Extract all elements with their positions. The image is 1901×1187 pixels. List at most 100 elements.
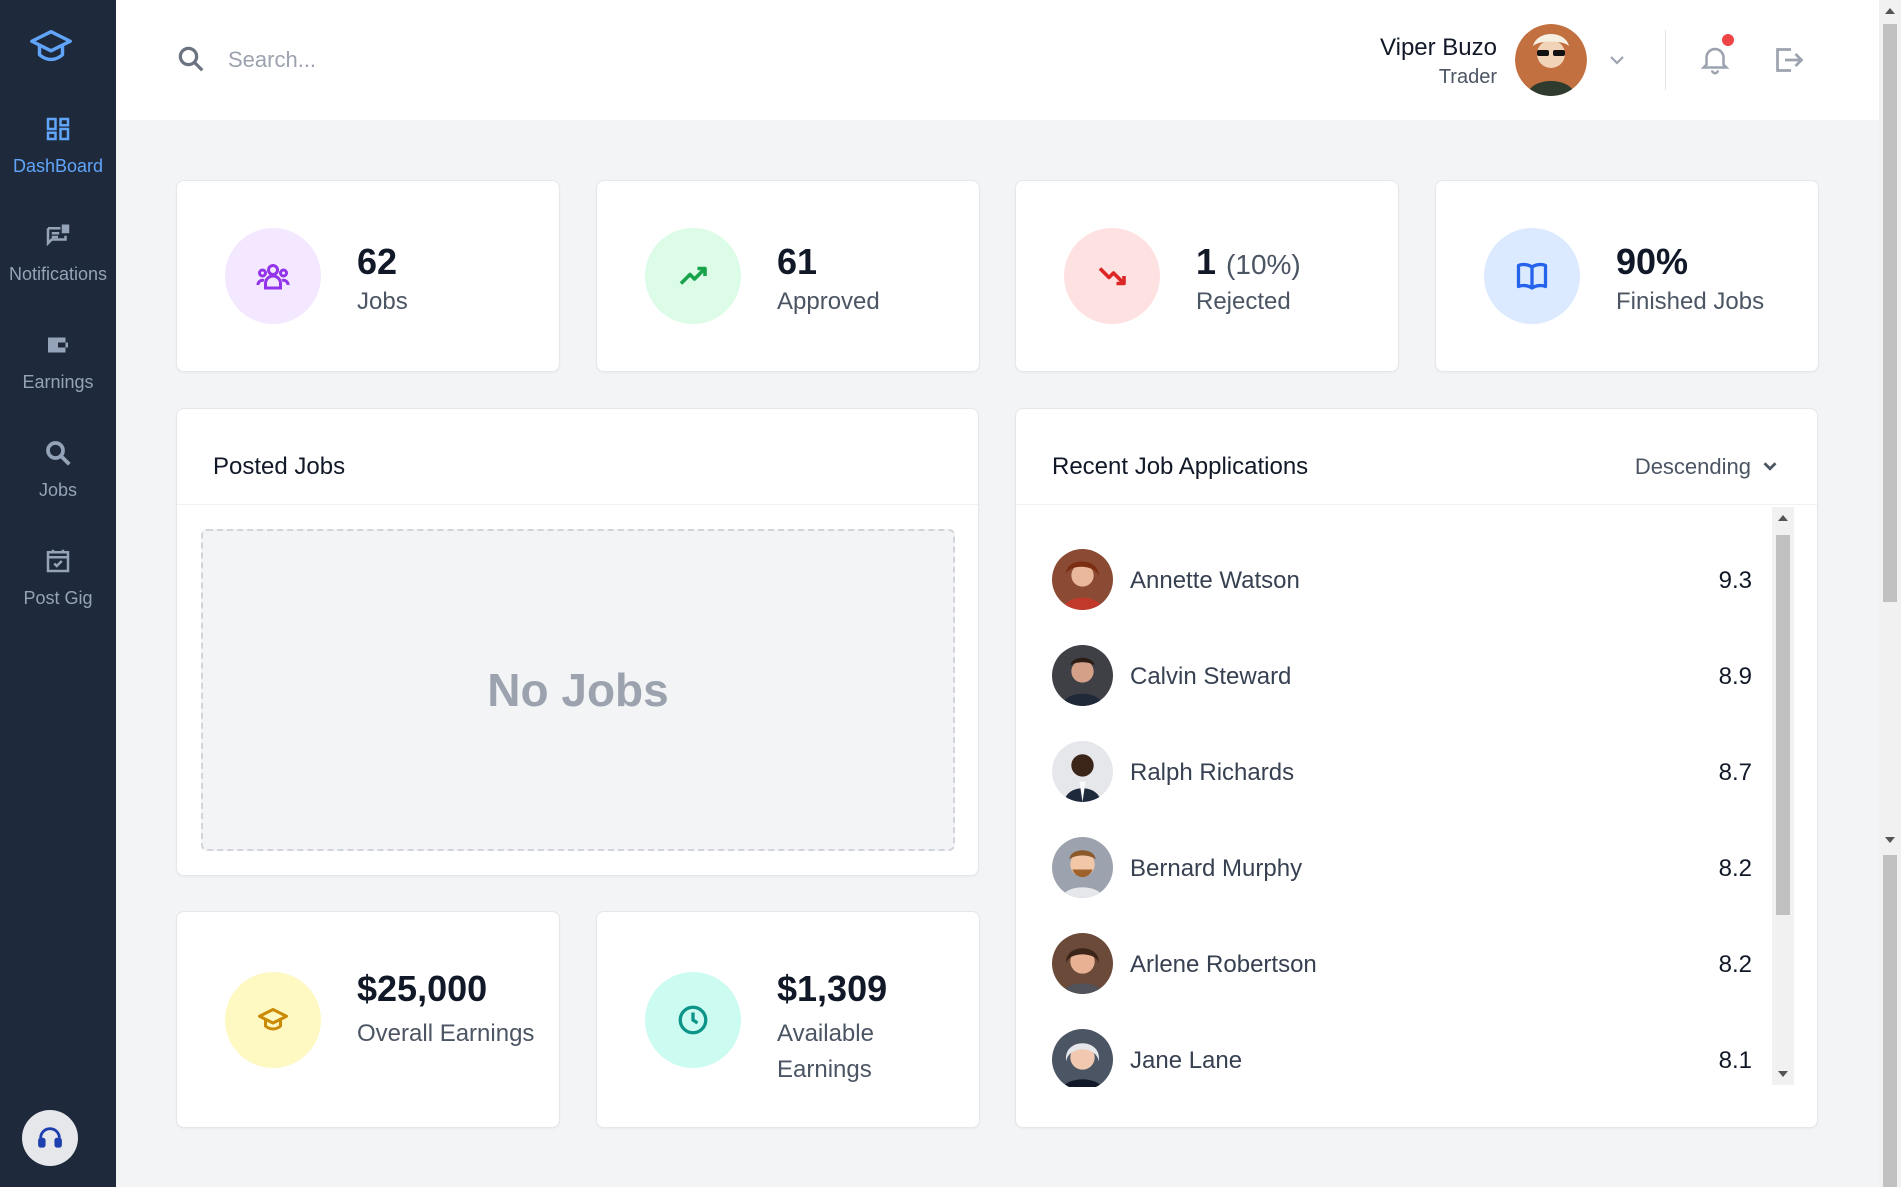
- panel-title: Recent Job Applications: [1052, 453, 1309, 480]
- avatar: [1052, 549, 1113, 610]
- stat-card-finished: 90% Finished Jobs: [1435, 180, 1819, 372]
- stat-label: Finished Jobs: [1616, 288, 1765, 315]
- avatar: [1052, 933, 1113, 994]
- applicant-score: 9.3: [1718, 567, 1752, 594]
- sidebar-item-earnings[interactable]: Earnings: [0, 330, 116, 430]
- panel-title: Posted Jobs: [213, 453, 346, 480]
- graduation-cap-icon[interactable]: [28, 24, 74, 70]
- search-icon: [178, 46, 204, 72]
- stat-icon-circle: [1064, 228, 1160, 324]
- sidebar-item-label: Jobs: [38, 480, 78, 500]
- notifications-icon: [46, 224, 70, 247]
- sort-dropdown[interactable]: Descending: [1635, 454, 1751, 480]
- recent-applications-panel: Recent Job Applications Descending Annet…: [1015, 408, 1818, 1128]
- graduation-cap-icon: [258, 1008, 288, 1031]
- user-role: Trader: [1438, 66, 1497, 88]
- stat-label: Approved: [777, 288, 880, 315]
- avatar: [1052, 645, 1113, 706]
- stat-label: Jobs: [357, 288, 408, 315]
- stat-card-approved: 61 Approved: [596, 180, 980, 372]
- sidebar: DashBoard Notifications Earnings Jobs Po…: [0, 0, 116, 1187]
- earnings-value: $25,000: [357, 968, 488, 1009]
- header-divider: [1665, 30, 1666, 90]
- list-item[interactable]: Bernard Murphy 8.2: [1052, 837, 1752, 899]
- scroll-up-arrow[interactable]: [1885, 8, 1895, 14]
- earnings-icon-circle: [645, 972, 741, 1068]
- stat-label: Rejected: [1196, 288, 1291, 315]
- posted-jobs-panel: Posted Jobs No Jobs: [176, 408, 979, 876]
- trending-up-icon: [679, 266, 707, 285]
- stat-value: 1 (10%): [1196, 241, 1301, 282]
- applicant-name: Jane Lane: [1130, 1047, 1243, 1074]
- applicant-name: Arlene Robertson: [1130, 951, 1317, 978]
- stat-icon-circle: [1484, 228, 1580, 324]
- top-header: Viper Buzo Trader: [116, 0, 1879, 120]
- page-scrollbar[interactable]: [1879, 0, 1901, 1187]
- earnings-label: Overall Earnings: [357, 1020, 535, 1047]
- list-scrollbar[interactable]: [1772, 507, 1794, 1085]
- avatar[interactable]: [1515, 24, 1587, 96]
- book-open-icon: [1516, 262, 1548, 290]
- headset-icon: [38, 1127, 62, 1148]
- search-input[interactable]: [228, 40, 648, 80]
- users-icon: [256, 264, 290, 290]
- scroll-track-lower[interactable]: [1883, 855, 1897, 1187]
- avatar: [1052, 1029, 1113, 1087]
- sidebar-item-post-gig[interactable]: Post Gig: [0, 546, 116, 646]
- empty-state: No Jobs: [201, 529, 955, 851]
- trending-down-icon: [1098, 267, 1126, 286]
- chevron-down-icon[interactable]: [1605, 48, 1629, 72]
- applicant-score: 8.2: [1718, 951, 1752, 978]
- applicant-name: Bernard Murphy: [1130, 855, 1303, 882]
- list-item[interactable]: Calvin Steward 8.9: [1052, 645, 1752, 707]
- stat-card-rejected: 1 (10%) Rejected: [1015, 180, 1399, 372]
- scroll-up-arrow[interactable]: [1778, 515, 1788, 521]
- applicant-score: 8.1: [1718, 1047, 1752, 1074]
- support-button[interactable]: [22, 1110, 78, 1166]
- stat-value: 61: [777, 241, 818, 282]
- sidebar-item-label: Earnings: [22, 372, 94, 392]
- dashboard-icon: [46, 117, 70, 141]
- sidebar-item-label: Post Gig: [23, 588, 93, 608]
- avatar: [1052, 837, 1113, 898]
- applicant-score: 8.7: [1718, 759, 1752, 786]
- stat-value: 90%: [1616, 241, 1689, 282]
- earnings-label: Available Earnings: [777, 1020, 874, 1083]
- stat-sub-value: (10%): [1226, 249, 1301, 280]
- applications-list: Annette Watson 9.3 Calvin Steward 8.9 Ra…: [1016, 507, 1796, 1087]
- applicant-name: Ralph Richards: [1130, 759, 1295, 786]
- applicant-score: 8.9: [1718, 663, 1752, 690]
- sidebar-item-label: DashBoard: [12, 156, 104, 176]
- panel-divider: [177, 504, 978, 505]
- user-name: Viper Buzo: [1380, 34, 1497, 61]
- scroll-down-arrow[interactable]: [1885, 837, 1895, 843]
- logout-icon[interactable]: [1770, 42, 1806, 78]
- list-item[interactable]: Jane Lane 8.1: [1052, 1029, 1752, 1087]
- notification-badge: [1722, 34, 1734, 46]
- panel-divider: [1016, 504, 1817, 505]
- earnings-card-available: $1,309 Available Earnings: [596, 911, 980, 1128]
- sidebar-item-dashboard[interactable]: DashBoard: [0, 114, 116, 214]
- list-item[interactable]: Annette Watson 9.3: [1052, 549, 1752, 611]
- clock-icon: [678, 1005, 708, 1035]
- stat-value: 62: [357, 241, 398, 282]
- scroll-thumb[interactable]: [1883, 24, 1897, 602]
- applicant-score: 8.2: [1718, 855, 1752, 882]
- earnings-card-overall: $25,000 Overall Earnings: [176, 911, 560, 1128]
- stat-card-jobs: 62 Jobs: [176, 180, 560, 372]
- wallet-icon: [48, 337, 68, 353]
- sidebar-item-jobs[interactable]: Jobs: [0, 438, 116, 538]
- stat-icon-circle: [645, 228, 741, 324]
- earnings-value: $1,309: [777, 968, 888, 1009]
- search-icon: [46, 441, 71, 466]
- scroll-down-arrow[interactable]: [1778, 1071, 1788, 1077]
- list-item[interactable]: Arlene Robertson 8.2: [1052, 933, 1752, 995]
- avatar: [1052, 741, 1113, 802]
- earnings-icon-circle: [225, 972, 321, 1068]
- list-item[interactable]: Ralph Richards 8.7: [1052, 741, 1752, 803]
- applicant-name: Calvin Steward: [1130, 663, 1292, 690]
- scroll-thumb[interactable]: [1776, 535, 1790, 915]
- stat-icon-circle: [225, 228, 321, 324]
- chevron-down-icon[interactable]: [1759, 455, 1781, 477]
- sidebar-item-notifications[interactable]: Notifications: [0, 222, 116, 322]
